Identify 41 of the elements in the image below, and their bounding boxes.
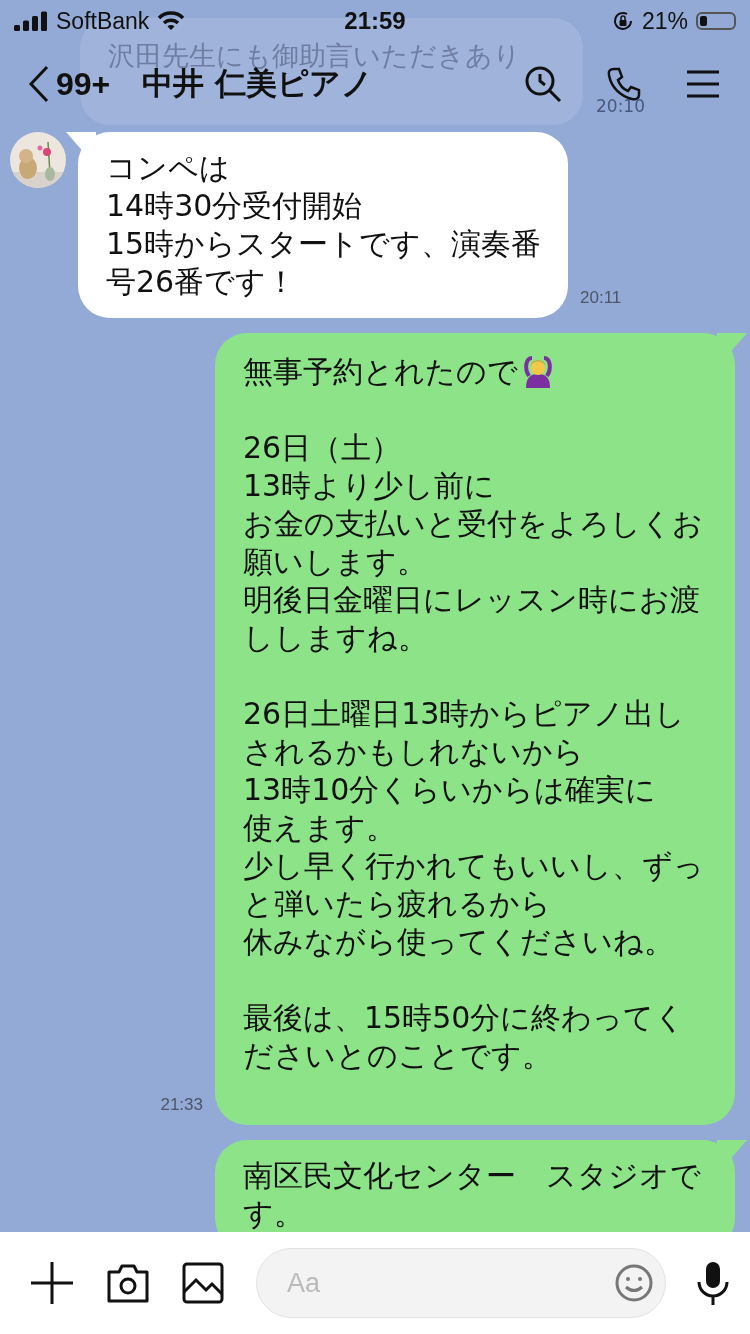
menu-button[interactable] bbox=[686, 69, 720, 99]
message-text: 14時30分受付開始 bbox=[106, 187, 364, 225]
chevron-left-icon bbox=[28, 65, 50, 103]
rotation-lock-icon bbox=[611, 10, 634, 32]
message-text: 15時からスタートです、演奏番号26番です！ bbox=[106, 225, 543, 301]
message-text: 13時より少し前に bbox=[243, 467, 497, 505]
image-button[interactable] bbox=[182, 1262, 224, 1304]
message-text: 13時10分くらいからは確実に bbox=[243, 771, 658, 809]
message-text: 休みながら使ってくださいね。 bbox=[243, 923, 675, 961]
carrier-name: SoftBank bbox=[56, 7, 150, 35]
message-time: 20:11 bbox=[580, 288, 622, 308]
message-text: 明後日金曜日にレッスン時にお渡ししますね。 bbox=[243, 581, 701, 657]
microphone-icon bbox=[696, 1260, 730, 1306]
message-time: 20:10 bbox=[596, 96, 645, 116]
search-button[interactable] bbox=[524, 65, 562, 103]
search-clock-icon bbox=[524, 65, 562, 103]
plus-icon bbox=[30, 1261, 74, 1305]
message-text: 使えます。 bbox=[243, 809, 397, 847]
message-text: 少し早く行かれてもいいし、ずっと弾いたら疲れるから bbox=[243, 847, 705, 923]
microphone-button[interactable] bbox=[696, 1260, 730, 1306]
battery-percent: 21% bbox=[641, 7, 688, 35]
smiley-icon[interactable] bbox=[614, 1263, 654, 1303]
back-button[interactable]: 99+ bbox=[28, 65, 111, 103]
message-time: 21:33 bbox=[160, 1095, 203, 1115]
message-text: 無事予約とれたので bbox=[243, 353, 518, 391]
message-text: コンペは bbox=[106, 149, 231, 187]
camera-button[interactable] bbox=[106, 1262, 150, 1304]
wifi-icon bbox=[157, 11, 186, 31]
message-text: 南区民文化センター スタジオです。 bbox=[243, 1157, 702, 1232]
message-text: 最後は、15時50分に終わってくださいとのことです。 bbox=[243, 999, 687, 1075]
battery-icon bbox=[696, 12, 736, 30]
image-icon bbox=[182, 1262, 224, 1304]
status-time: 21:59 bbox=[344, 7, 406, 35]
message-text: 26日土曜日13時からピアノ出しされるかもしれないから bbox=[243, 695, 687, 771]
add-button[interactable] bbox=[30, 1261, 74, 1305]
message-text: 26日（土） bbox=[243, 429, 403, 467]
menu-icon bbox=[686, 69, 720, 99]
signal-icon bbox=[14, 11, 48, 31]
message-text: お金の支払いと受付をよろしくお願いします。 bbox=[243, 505, 704, 581]
camera-icon bbox=[106, 1262, 150, 1304]
message-input-field[interactable]: Aa bbox=[256, 1248, 666, 1318]
